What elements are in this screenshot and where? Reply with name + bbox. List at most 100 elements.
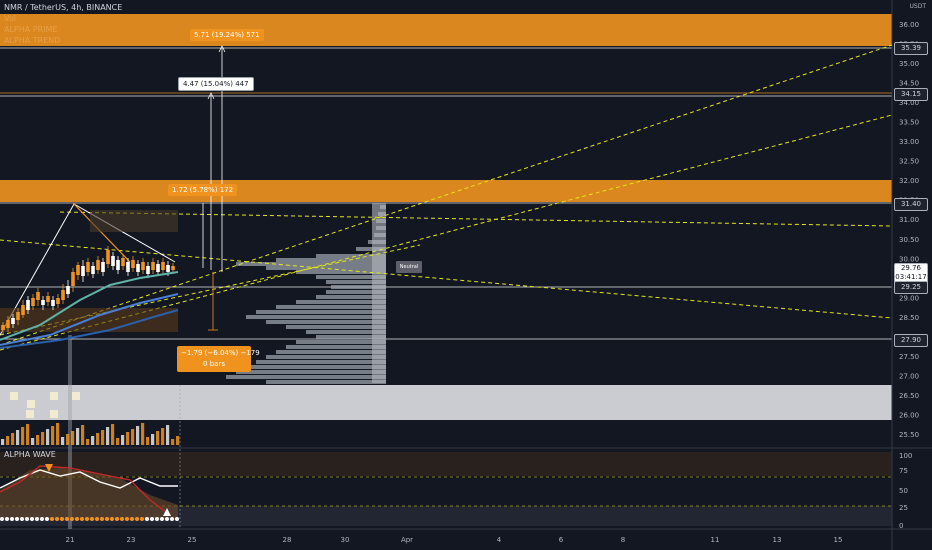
candle-body [21, 305, 25, 315]
volume-profile-bar [266, 355, 386, 359]
osc-dot [100, 517, 104, 521]
price-tick-label: 33.50 [899, 119, 919, 127]
volume-profile-bar [266, 380, 386, 384]
osc-dot [85, 517, 89, 521]
volume-profile-bar [226, 375, 386, 379]
volume-bar [146, 437, 150, 445]
time-tick-label: 25 [188, 536, 197, 544]
candle-body [111, 256, 115, 266]
indicator-vol[interactable]: Vol [4, 13, 122, 24]
volume-bar [126, 432, 130, 445]
osc-dot [5, 517, 9, 521]
price-label-level-1: 35.39 [894, 42, 928, 55]
candle-body [126, 262, 130, 272]
signal-marker [72, 392, 80, 400]
candle-body [61, 290, 65, 300]
volume-bar [66, 434, 70, 445]
candle-body [166, 265, 170, 272]
candle-body [41, 300, 45, 305]
volume-profile-bar [256, 310, 386, 314]
volume-profile-bar [246, 365, 386, 369]
indicator-alpha-trend[interactable]: ALPHA TREND [4, 35, 122, 46]
osc-dot [25, 517, 29, 521]
measure-label-lower[interactable]: 1.72 (5.78%) 172 [168, 184, 238, 196]
volume-bar [171, 439, 175, 445]
osc-tick-label: 25 [899, 504, 908, 512]
oscillator-overbought-band [0, 452, 892, 476]
osc-dot [55, 517, 59, 521]
osc-dot [140, 517, 144, 521]
osc-dot [80, 517, 84, 521]
volume-bar [116, 438, 120, 445]
volume-profile-bar [236, 370, 386, 374]
candle-body [121, 258, 125, 266]
measure-label-top[interactable]: 5.71 (19.24%) 571 [190, 29, 264, 41]
candle-body [101, 262, 105, 272]
price-tick-label: 26.50 [899, 392, 919, 400]
signal-marker [50, 392, 58, 400]
osc-dot [110, 517, 114, 521]
osc-dot [70, 517, 74, 521]
time-tick-label: 4 [497, 536, 502, 544]
neutral-label[interactable]: Neutral [396, 261, 422, 273]
price-tick-label: 35.00 [899, 60, 919, 68]
candle-body [1, 325, 5, 330]
price-tick-label: 36.00 [899, 21, 919, 29]
osc-dot [175, 517, 179, 521]
support-zone-grey [0, 385, 892, 420]
volume-bar [21, 427, 25, 445]
measure-label-down[interactable]: −1.79 (−6.04%) −179 0 bars [177, 346, 260, 372]
candle-body [96, 260, 100, 270]
volume-bar [76, 428, 80, 445]
alpha-wave-title[interactable]: ALPHA WAVE [4, 450, 56, 459]
signal-marker [10, 392, 18, 400]
chart-legend: NMR / TetherUS, 4h, BINANCE Vol ALPHA PR… [4, 2, 122, 46]
price-tick-label: 32.50 [899, 158, 919, 166]
volume-bar [51, 426, 55, 445]
symbol-title[interactable]: NMR / TetherUS, 4h, BINANCE [4, 2, 122, 13]
volume-bar [96, 433, 100, 445]
candle-body [156, 264, 160, 272]
osc-dot [95, 517, 99, 521]
volume-profile-bar [256, 360, 386, 364]
price-tick-label: 27.50 [899, 353, 919, 361]
indicator-alpha-prime[interactable]: ALPHA PRIME [4, 24, 122, 35]
candle-body [66, 286, 70, 294]
volume-bar [16, 430, 20, 445]
osc-dot [115, 517, 119, 521]
osc-tick-label: 0 [899, 522, 903, 530]
volume-bar [156, 431, 160, 445]
volume-bar [161, 428, 165, 445]
price-label-level-2: 34.15 [894, 88, 928, 101]
candle-body [76, 265, 80, 275]
price-tick-label: 31.00 [899, 216, 919, 224]
price-label-level-5: 27.90 [894, 334, 928, 347]
candle-body [171, 266, 175, 270]
time-tick-label: 23 [127, 536, 136, 544]
candle-body [31, 298, 35, 306]
osc-dot [30, 517, 34, 521]
price-chart[interactable]: 36.0035.5035.0034.5034.0033.5033.0032.50… [0, 0, 932, 550]
candle-body [16, 312, 20, 320]
volume-bar [46, 429, 50, 445]
candle-body [141, 262, 145, 270]
price-tick-label: 27.00 [899, 372, 919, 380]
osc-dot [45, 517, 49, 521]
volume-bar [31, 438, 35, 445]
volume-bar [141, 423, 145, 445]
time-tick-label: 28 [283, 536, 292, 544]
volume-bar [166, 425, 170, 445]
current-price: 29.76 [900, 264, 922, 272]
volume-bar [176, 436, 180, 445]
volume-profile-bar [246, 315, 386, 319]
time-tick-label: 15 [834, 536, 843, 544]
price-tick-label: 34.50 [899, 80, 919, 88]
resistance-zone-mid [0, 180, 892, 202]
price-tick-label: 28.50 [899, 314, 919, 322]
candle-body [26, 300, 30, 310]
candle-body [71, 272, 75, 286]
measure-label-mid[interactable]: 4.47 (15.04%) 447 [178, 77, 254, 91]
price-label-level-3: 31.40 [894, 198, 928, 211]
osc-dot [170, 517, 174, 521]
volume-bar [111, 424, 115, 445]
